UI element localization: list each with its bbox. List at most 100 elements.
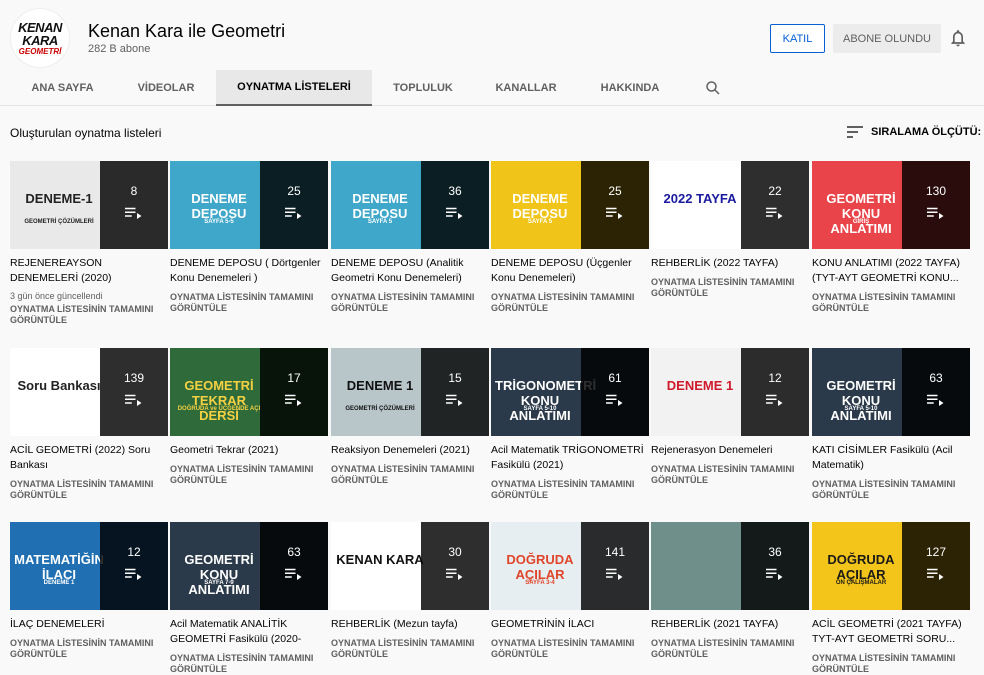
view-full-playlist-link[interactable]: OYNATMA LİSTESİNİN TAMAMINI GÖRÜNTÜLE	[651, 464, 809, 486]
playlist-thumbnail[interactable]: GEOMETRİ TEKRAR DERSİ DOĞRUDA ve ÜÇGENDE …	[170, 348, 328, 436]
playlist-card[interactable]: GEOMETRİ KONU ANLATIMI GİRİŞ 130 KONU ANLAT…	[812, 161, 970, 314]
playlist-thumbnail[interactable]: Soru Bankası 139	[10, 348, 168, 436]
playlist-thumbnail[interactable]: GEOMETRİ KONU ANLATIMI SAYFA 7-9 63	[170, 522, 328, 610]
playlist-title[interactable]: KATI CİSİMLER Fasikülü (Acil Matematik)	[812, 443, 970, 473]
playlist-card[interactable]: Soru Bankası 139 ACİL GEOMETRİ (2022) Soru…	[10, 348, 168, 501]
playlist-thumbnail[interactable]: DENEME DEPOSU SAYFA 5 36	[331, 161, 489, 249]
playlist-title[interactable]: ACİL GEOMETRİ (2022) Soru Bankası	[10, 443, 168, 473]
playlist-thumbnail[interactable]: DOĞRUDA AÇILAR ÖN ÇALIŞMALAR 127	[812, 522, 970, 610]
playlist-title[interactable]: Reaksiyon Denemeleri (2021)	[331, 443, 489, 458]
tab-community[interactable]: TOPLULUK	[372, 70, 474, 106]
channel-avatar[interactable]: KENAN KARA GEOMETRİ	[10, 8, 70, 68]
view-full-playlist-link[interactable]: OYNATMA LİSTESİNİN TAMAMINI GÖRÜNTÜLE	[331, 292, 489, 314]
playlist-toolbar: Oluşturulan oynatma listeleri SIRALAMA Ö…	[0, 106, 984, 158]
playlist-title[interactable]: ACİL GEOMETRİ (2021 TAYFA) TYT-AYT GEOME…	[812, 617, 970, 647]
view-full-playlist-link[interactable]: OYNATMA LİSTESİNİN TAMAMINI GÖRÜNTÜLE	[170, 464, 328, 486]
playlist-thumbnail[interactable]: MATEMATİĞİN İLACI DENEME 1 12	[10, 522, 168, 610]
sort-button[interactable]: SIRALAMA ÖLÇÜTÜ:	[847, 125, 981, 139]
playlist-icon	[927, 206, 945, 225]
playlist-thumbnail[interactable]: 36	[651, 522, 809, 610]
playlist-thumbnail[interactable]: DENEME DEPOSU SAYFA 5-5 25	[170, 161, 328, 249]
video-count: 12	[127, 545, 141, 559]
search-icon[interactable]	[704, 79, 722, 97]
playlist-title[interactable]: Acil Matematik TRİGONOMETRİ Fasikülü (20…	[491, 443, 649, 473]
playlist-thumbnail[interactable]: KENAN KARA 30	[331, 522, 489, 610]
playlist-thumbnail[interactable]: DENEME 1 GEOMETRİ ÇÖZÜMLERİ 15	[331, 348, 489, 436]
playlist-thumbnail[interactable]: GEOMETRİ KONU ANLATIMI GİRİŞ 130	[812, 161, 970, 249]
playlist-thumbnail[interactable]: 2022 TAYFA 22	[651, 161, 809, 249]
playlist-count-overlay: 15	[421, 348, 489, 436]
tab-videos[interactable]: VİDEOLAR	[115, 70, 217, 106]
view-full-playlist-link[interactable]: OYNATMA LİSTESİNİN TAMAMINI GÖRÜNTÜLE	[331, 464, 489, 486]
bell-icon[interactable]	[948, 28, 968, 48]
playlist-count-overlay: 130	[902, 161, 970, 249]
playlist-card[interactable]: DENEME 1 12 Rejenerasyon Denemeleri OYNATMA…	[651, 348, 809, 486]
view-full-playlist-link[interactable]: OYNATMA LİSTESİNİN TAMAMINI GÖRÜNTÜLE	[10, 304, 168, 326]
view-full-playlist-link[interactable]: OYNATMA LİSTESİNİN TAMAMINI GÖRÜNTÜLE	[10, 638, 168, 660]
view-full-playlist-link[interactable]: OYNATMA LİSTESİNİN TAMAMINI GÖRÜNTÜLE	[812, 292, 970, 314]
created-playlists-label[interactable]: Oluşturulan oynatma listeleri	[10, 126, 161, 140]
playlist-title[interactable]: KONU ANLATIMI (2022 TAYFA) (TYT-AYT GEOM…	[812, 256, 970, 286]
thumbnail-text: GEOMETRİ KONU ANLATIMI	[826, 191, 896, 236]
playlist-icon	[125, 206, 143, 225]
playlist-thumbnail[interactable]: GEOMETRİ KONU ANLATIMI SAYFA 5-10 63	[812, 348, 970, 436]
view-full-playlist-link[interactable]: OYNATMA LİSTESİNİN TAMAMINI GÖRÜNTÜLE	[651, 277, 809, 299]
join-button[interactable]: KATIL	[770, 24, 825, 53]
playlist-card[interactable]: MATEMATİĞİN İLACI DENEME 1 12 İLAÇ DENEMELE…	[10, 522, 168, 660]
playlist-card[interactable]: GEOMETRİ KONU ANLATIMI SAYFA 7-9 63 Acil Ma…	[170, 522, 328, 675]
playlist-title[interactable]: Acil Matematik ANALİTİK GEOMETRİ Fasikül…	[170, 617, 328, 647]
playlist-title[interactable]: DENEME DEPOSU (Üçgenler Konu Denemeleri)	[491, 256, 649, 286]
playlist-card[interactable]: GEOMETRİ KONU ANLATIMI SAYFA 5-10 63 KATI C…	[812, 348, 970, 501]
playlist-title[interactable]: REJENEREAYSON DENEMELERİ (2020)	[10, 256, 168, 286]
video-count: 12	[768, 371, 782, 385]
view-full-playlist-link[interactable]: OYNATMA LİSTESİNİN TAMAMINI GÖRÜNTÜLE	[651, 638, 809, 660]
playlist-title[interactable]: GEOMETRİNİN İLACI	[491, 617, 649, 632]
view-full-playlist-link[interactable]: OYNATMA LİSTESİNİN TAMAMINI GÖRÜNTÜLE	[170, 292, 328, 314]
playlist-card[interactable]: DENEME DEPOSU SAYFA 5 25 DENEME DEPOSU (Üçg…	[491, 161, 649, 314]
playlist-icon	[125, 393, 143, 412]
playlist-card[interactable]: DOĞRUDA AÇILAR ÖN ÇALIŞMALAR 127 ACİL GEOME…	[812, 522, 970, 675]
view-full-playlist-link[interactable]: OYNATMA LİSTESİNİN TAMAMINI GÖRÜNTÜLE	[331, 638, 489, 660]
tab-about[interactable]: HAKKINDA	[578, 70, 682, 106]
playlist-card[interactable]: TRİGONOMETRİ KONU ANLATIMI SAYFA 5-10 61 Ac…	[491, 348, 649, 501]
playlist-thumbnail[interactable]: DOĞRUDA AÇILAR SAYFA 3-4 141	[491, 522, 649, 610]
playlist-title[interactable]: REHBERLİK (2022 TAYFA)	[651, 256, 809, 271]
playlist-card[interactable]: DENEME DEPOSU SAYFA 5-5 25 DENEME DEPOSU ( …	[170, 161, 328, 314]
video-count: 30	[448, 545, 462, 559]
playlist-card[interactable]: GEOMETRİ TEKRAR DERSİ DOĞRUDA ve ÜÇGENDE …	[170, 348, 328, 486]
playlist-title[interactable]: REHBERLİK (Mezun tayfa)	[331, 617, 489, 632]
subscribed-button[interactable]: ABONE OLUNDU	[833, 24, 941, 53]
playlist-thumbnail[interactable]: TRİGONOMETRİ KONU ANLATIMI SAYFA 5-10 61	[491, 348, 649, 436]
playlist-thumbnail[interactable]: DENEME DEPOSU SAYFA 5 25	[491, 161, 649, 249]
thumbnail-text: 2022 TAYFA	[663, 191, 737, 206]
playlist-card[interactable]: DENEME-1 GEOMETRİ ÇÖZÜMLERİ 8 REJENEREAYSON…	[10, 161, 168, 326]
tab-channels[interactable]: KANALLAR	[474, 70, 578, 106]
playlist-card[interactable]: DENEME 1 GEOMETRİ ÇÖZÜMLERİ 15 Reaksiyon De…	[331, 348, 489, 486]
view-full-playlist-link[interactable]: OYNATMA LİSTESİNİN TAMAMINI GÖRÜNTÜLE	[491, 638, 649, 660]
view-full-playlist-link[interactable]: OYNATMA LİSTESİNİN TAMAMINI GÖRÜNTÜLE	[812, 479, 970, 501]
view-full-playlist-link[interactable]: OYNATMA LİSTESİNİN TAMAMINI GÖRÜNTÜLE	[10, 479, 168, 501]
view-full-playlist-link[interactable]: OYNATMA LİSTESİNİN TAMAMINI GÖRÜNTÜLE	[491, 292, 649, 314]
playlist-thumbnail[interactable]: DENEME-1 GEOMETRİ ÇÖZÜMLERİ 8	[10, 161, 168, 249]
playlist-title[interactable]: İLAÇ DENEMELERİ	[10, 617, 168, 632]
thumbnail-text: Soru Bankası	[17, 378, 101, 393]
playlist-title[interactable]: Rejenerasyon Denemeleri	[651, 443, 809, 458]
playlist-title[interactable]: REHBERLİK (2021 TAYFA)	[651, 617, 809, 632]
tab-home[interactable]: ANA SAYFA	[10, 70, 115, 106]
playlist-thumbnail[interactable]: DENEME 1 12	[651, 348, 809, 436]
playlist-card[interactable]: DENEME DEPOSU SAYFA 5 36 DENEME DEPOSU (Ana…	[331, 161, 489, 314]
playlist-title[interactable]: Geometri Tekrar (2021)	[170, 443, 328, 458]
playlist-card[interactable]: 36 REHBERLİK (2021 TAYFA) OYNATMA LİSTESİN…	[651, 522, 809, 660]
view-full-playlist-link[interactable]: OYNATMA LİSTESİNİN TAMAMINI GÖRÜNTÜLE	[812, 653, 970, 675]
thumbnail-text: DENEME DEPOSU	[191, 191, 247, 221]
tab-playlists[interactable]: OYNATMA LİSTELERİ	[216, 70, 372, 106]
view-full-playlist-link[interactable]: OYNATMA LİSTESİNİN TAMAMINI GÖRÜNTÜLE	[170, 653, 328, 675]
avatar-text-3: GEOMETRİ	[18, 46, 62, 56]
video-count: 63	[929, 371, 943, 385]
playlist-card[interactable]: 2022 TAYFA 22 REHBERLİK (2022 TAYFA) OYNATM…	[651, 161, 809, 299]
playlist-title[interactable]: DENEME DEPOSU ( Dörtgenler Konu Denemele…	[170, 256, 328, 286]
view-full-playlist-link[interactable]: OYNATMA LİSTESİNİN TAMAMINI GÖRÜNTÜLE	[491, 479, 649, 501]
playlist-title[interactable]: DENEME DEPOSU (Analitik Geometri Konu De…	[331, 256, 489, 286]
playlist-card[interactable]: DOĞRUDA AÇILAR SAYFA 3-4 141 GEOMETRİNİN İL…	[491, 522, 649, 660]
playlist-card[interactable]: KENAN KARA 30 REHBERLİK (Mezun tayfa) OYNAT…	[331, 522, 489, 660]
